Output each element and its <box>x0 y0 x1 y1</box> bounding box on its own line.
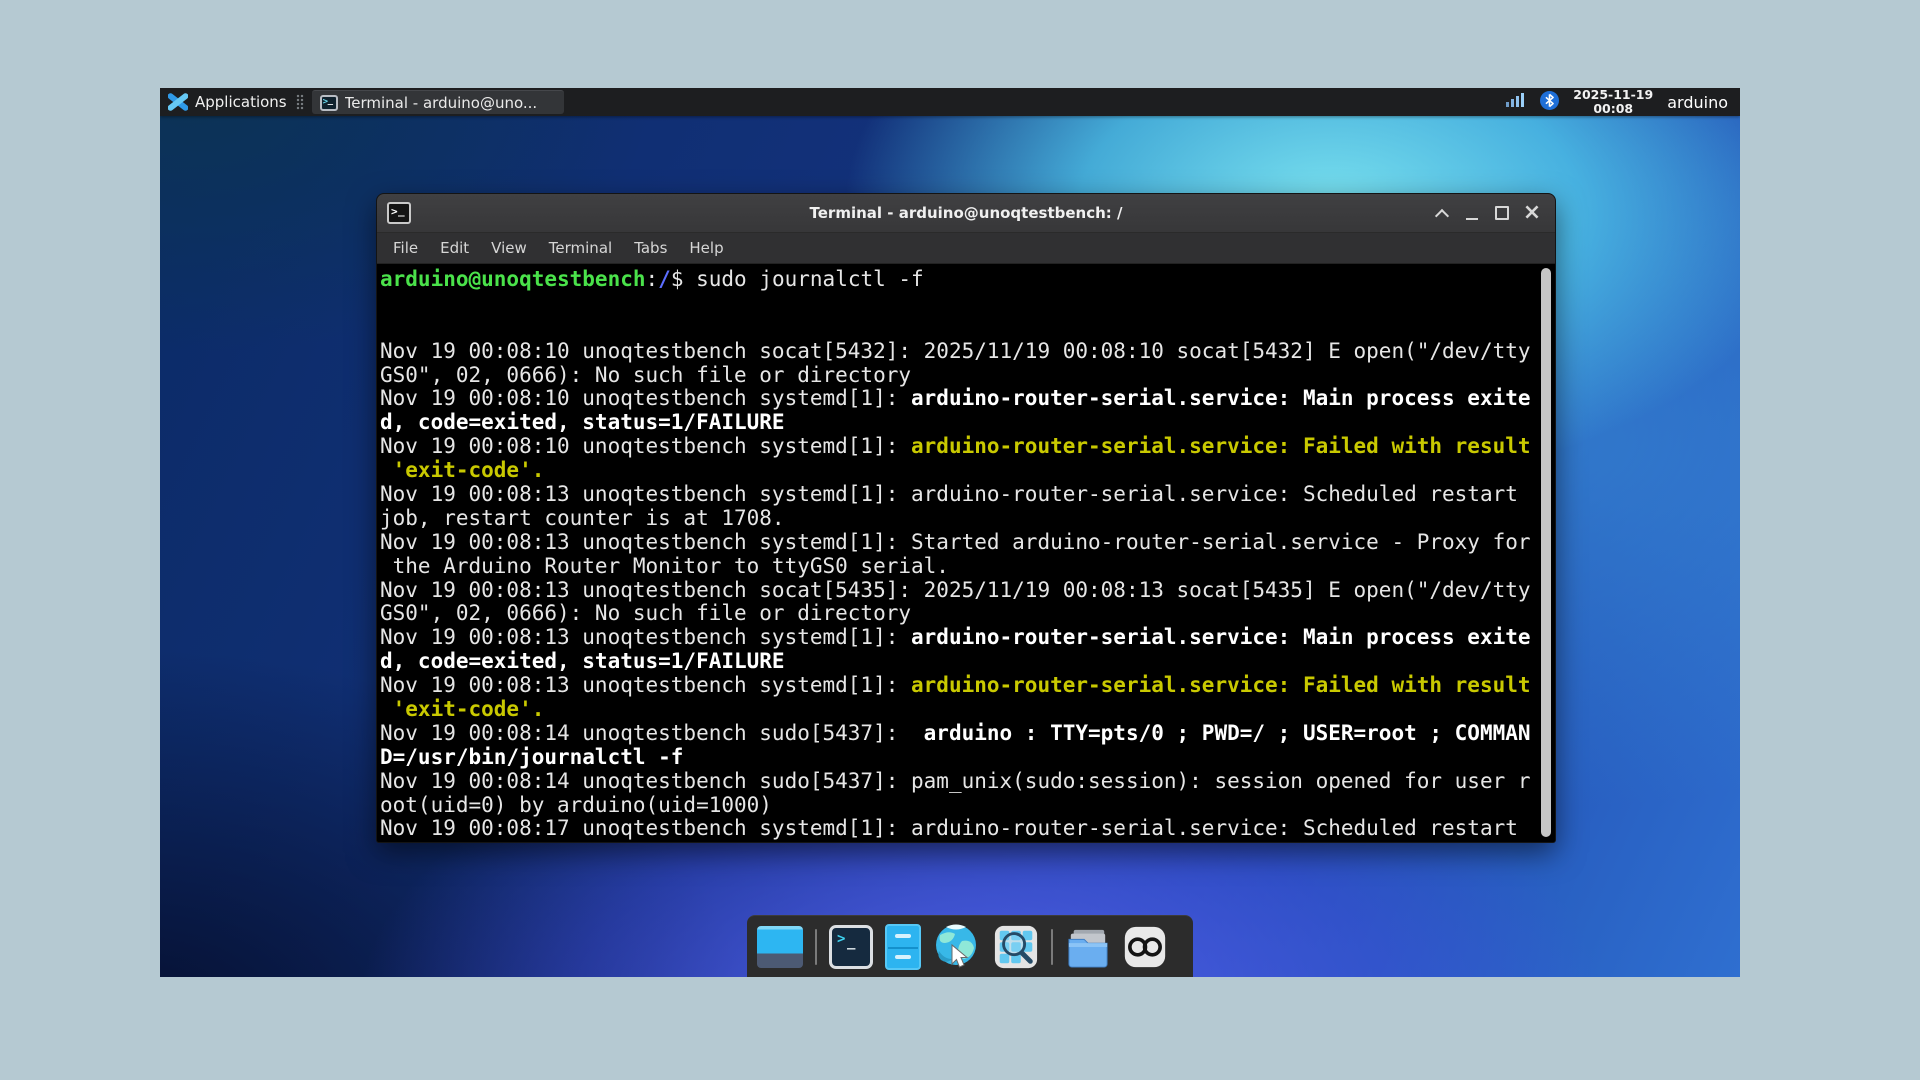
bluetooth-icon[interactable] <box>1540 90 1560 114</box>
dock-app-finder-icon[interactable] <box>993 924 1039 970</box>
taskbar-button-terminal[interactable]: Terminal - arduino@uno... <box>311 90 564 114</box>
panel-clock[interactable]: 2025-11-19 00:08 <box>1573 88 1653 116</box>
terminal-row: Nov 19 00:08:17 unoqtestbench systemd[1]… <box>380 816 1518 841</box>
terminal-row: Nov 19 00:08:13 unoqtestbench systemd[1]… <box>380 673 1531 698</box>
terminal-row: 'exit-code'. <box>380 458 545 483</box>
menu-file[interactable]: File <box>393 239 418 257</box>
terminal-row: d, code=exited, status=1/FAILURE <box>380 649 785 674</box>
clock-time: 00:08 <box>1593 101 1634 116</box>
terminal-row: arduino@unoqtestbench:/$ sudo journalctl… <box>380 267 924 291</box>
terminal-row: Nov 19 00:08:14 unoqtestbench sudo[5437]… <box>380 768 1531 793</box>
terminal-row: Nov 19 00:08:14 unoqtestbench sudo[5437]… <box>380 720 1531 745</box>
dock-file-manager-icon[interactable] <box>885 923 921 970</box>
menu-help[interactable]: Help <box>689 239 723 257</box>
dock-web-browser-icon[interactable] <box>933 923 981 971</box>
terminal-row: 'exit-code'. <box>380 697 545 722</box>
close-icon[interactable] <box>1517 200 1547 226</box>
terminal-screen[interactable]: arduino@unoqtestbench:/$ sudo journalctl… <box>377 264 1555 842</box>
terminal-row: GS0", 02, 0666): No such file or directo… <box>380 362 912 387</box>
dock-show-desktop-icon[interactable] <box>757 925 803 968</box>
terminal-row: D=/usr/bin/journalctl -f <box>380 744 684 769</box>
shade-icon[interactable] <box>1427 200 1457 226</box>
terminal-row: Nov 19 00:08:13 unoqtestbench socat[5435… <box>380 577 1531 602</box>
window-controls <box>1427 194 1547 232</box>
menu-tabs[interactable]: Tabs <box>634 239 667 257</box>
menu-bar: File Edit View Terminal Tabs Help <box>377 233 1555 264</box>
terminal-row: Nov 19 00:08:13 unoqtestbench systemd[1]… <box>380 529 1531 554</box>
menu-edit[interactable]: Edit <box>440 239 469 257</box>
terminal-row: GS0", 02, 0666): No such file or directo… <box>380 601 912 626</box>
terminal-row: Nov 19 00:08:10 unoqtestbench systemd[1]… <box>380 386 1531 411</box>
terminal-row: oot(uid=0) by arduino(uid=1000) <box>380 792 772 817</box>
top-panel: Applications Terminal - arduino@uno... <box>160 88 1740 116</box>
titlebar[interactable]: Terminal - arduino@unoqtestbench: / <box>377 194 1555 233</box>
dock <box>747 915 1193 977</box>
terminal-row: Nov 19 00:08:10 unoqtestbench socat[5432… <box>380 338 1531 363</box>
xfce-applications-icon <box>167 92 189 112</box>
terminal-row: Nov 19 00:08:13 unoqtestbench systemd[1]… <box>380 625 1531 650</box>
terminal-row: Nov 19 00:08:13 unoqtestbench systemd[1]… <box>380 482 1518 507</box>
dock-file-folder-icon[interactable] <box>1065 926 1111 968</box>
menu-view[interactable]: View <box>491 239 527 257</box>
dock-separator <box>1051 928 1053 965</box>
terminal-window: Terminal - arduino@unoqtestbench: / File… <box>376 193 1556 843</box>
clock-date: 2025-11-19 <box>1573 88 1654 102</box>
panel-grip <box>295 94 304 110</box>
terminal-output: arduino@unoqtestbench:/$ sudo journalctl… <box>380 267 1555 841</box>
menu-terminal[interactable]: Terminal <box>549 239 612 257</box>
dock-terminal-icon[interactable] <box>829 924 873 969</box>
window-terminal-icon <box>387 202 411 224</box>
terminal-row: d, code=exited, status=1/FAILURE <box>380 410 785 435</box>
dock-arduino-ide-icon[interactable] <box>1123 925 1167 969</box>
window-title: Terminal - arduino@unoqtestbench: / <box>809 204 1123 222</box>
terminal-row: job, restart counter is at 1708. <box>380 505 785 530</box>
minimize-icon[interactable] <box>1457 200 1487 226</box>
dock-separator <box>815 928 817 965</box>
terminal-scrollbar[interactable] <box>1541 268 1551 837</box>
terminal-row: the Arduino Router Monitor to ttyGS0 ser… <box>380 553 949 578</box>
taskbar-button-label: Terminal - arduino@uno... <box>344 93 538 112</box>
maximize-icon[interactable] <box>1487 200 1517 226</box>
desktop-wallpaper: Applications Terminal - arduino@uno... <box>160 88 1740 977</box>
terminal-icon <box>319 94 338 111</box>
applications-menu[interactable]: Applications <box>195 93 287 111</box>
terminal-row <box>380 316 1555 340</box>
terminal-row: Nov 19 00:08:10 unoqtestbench systemd[1]… <box>380 434 1531 459</box>
network-signal-icon[interactable] <box>1506 92 1526 112</box>
terminal-row <box>380 292 1555 316</box>
user-label[interactable]: arduino <box>1667 93 1728 112</box>
